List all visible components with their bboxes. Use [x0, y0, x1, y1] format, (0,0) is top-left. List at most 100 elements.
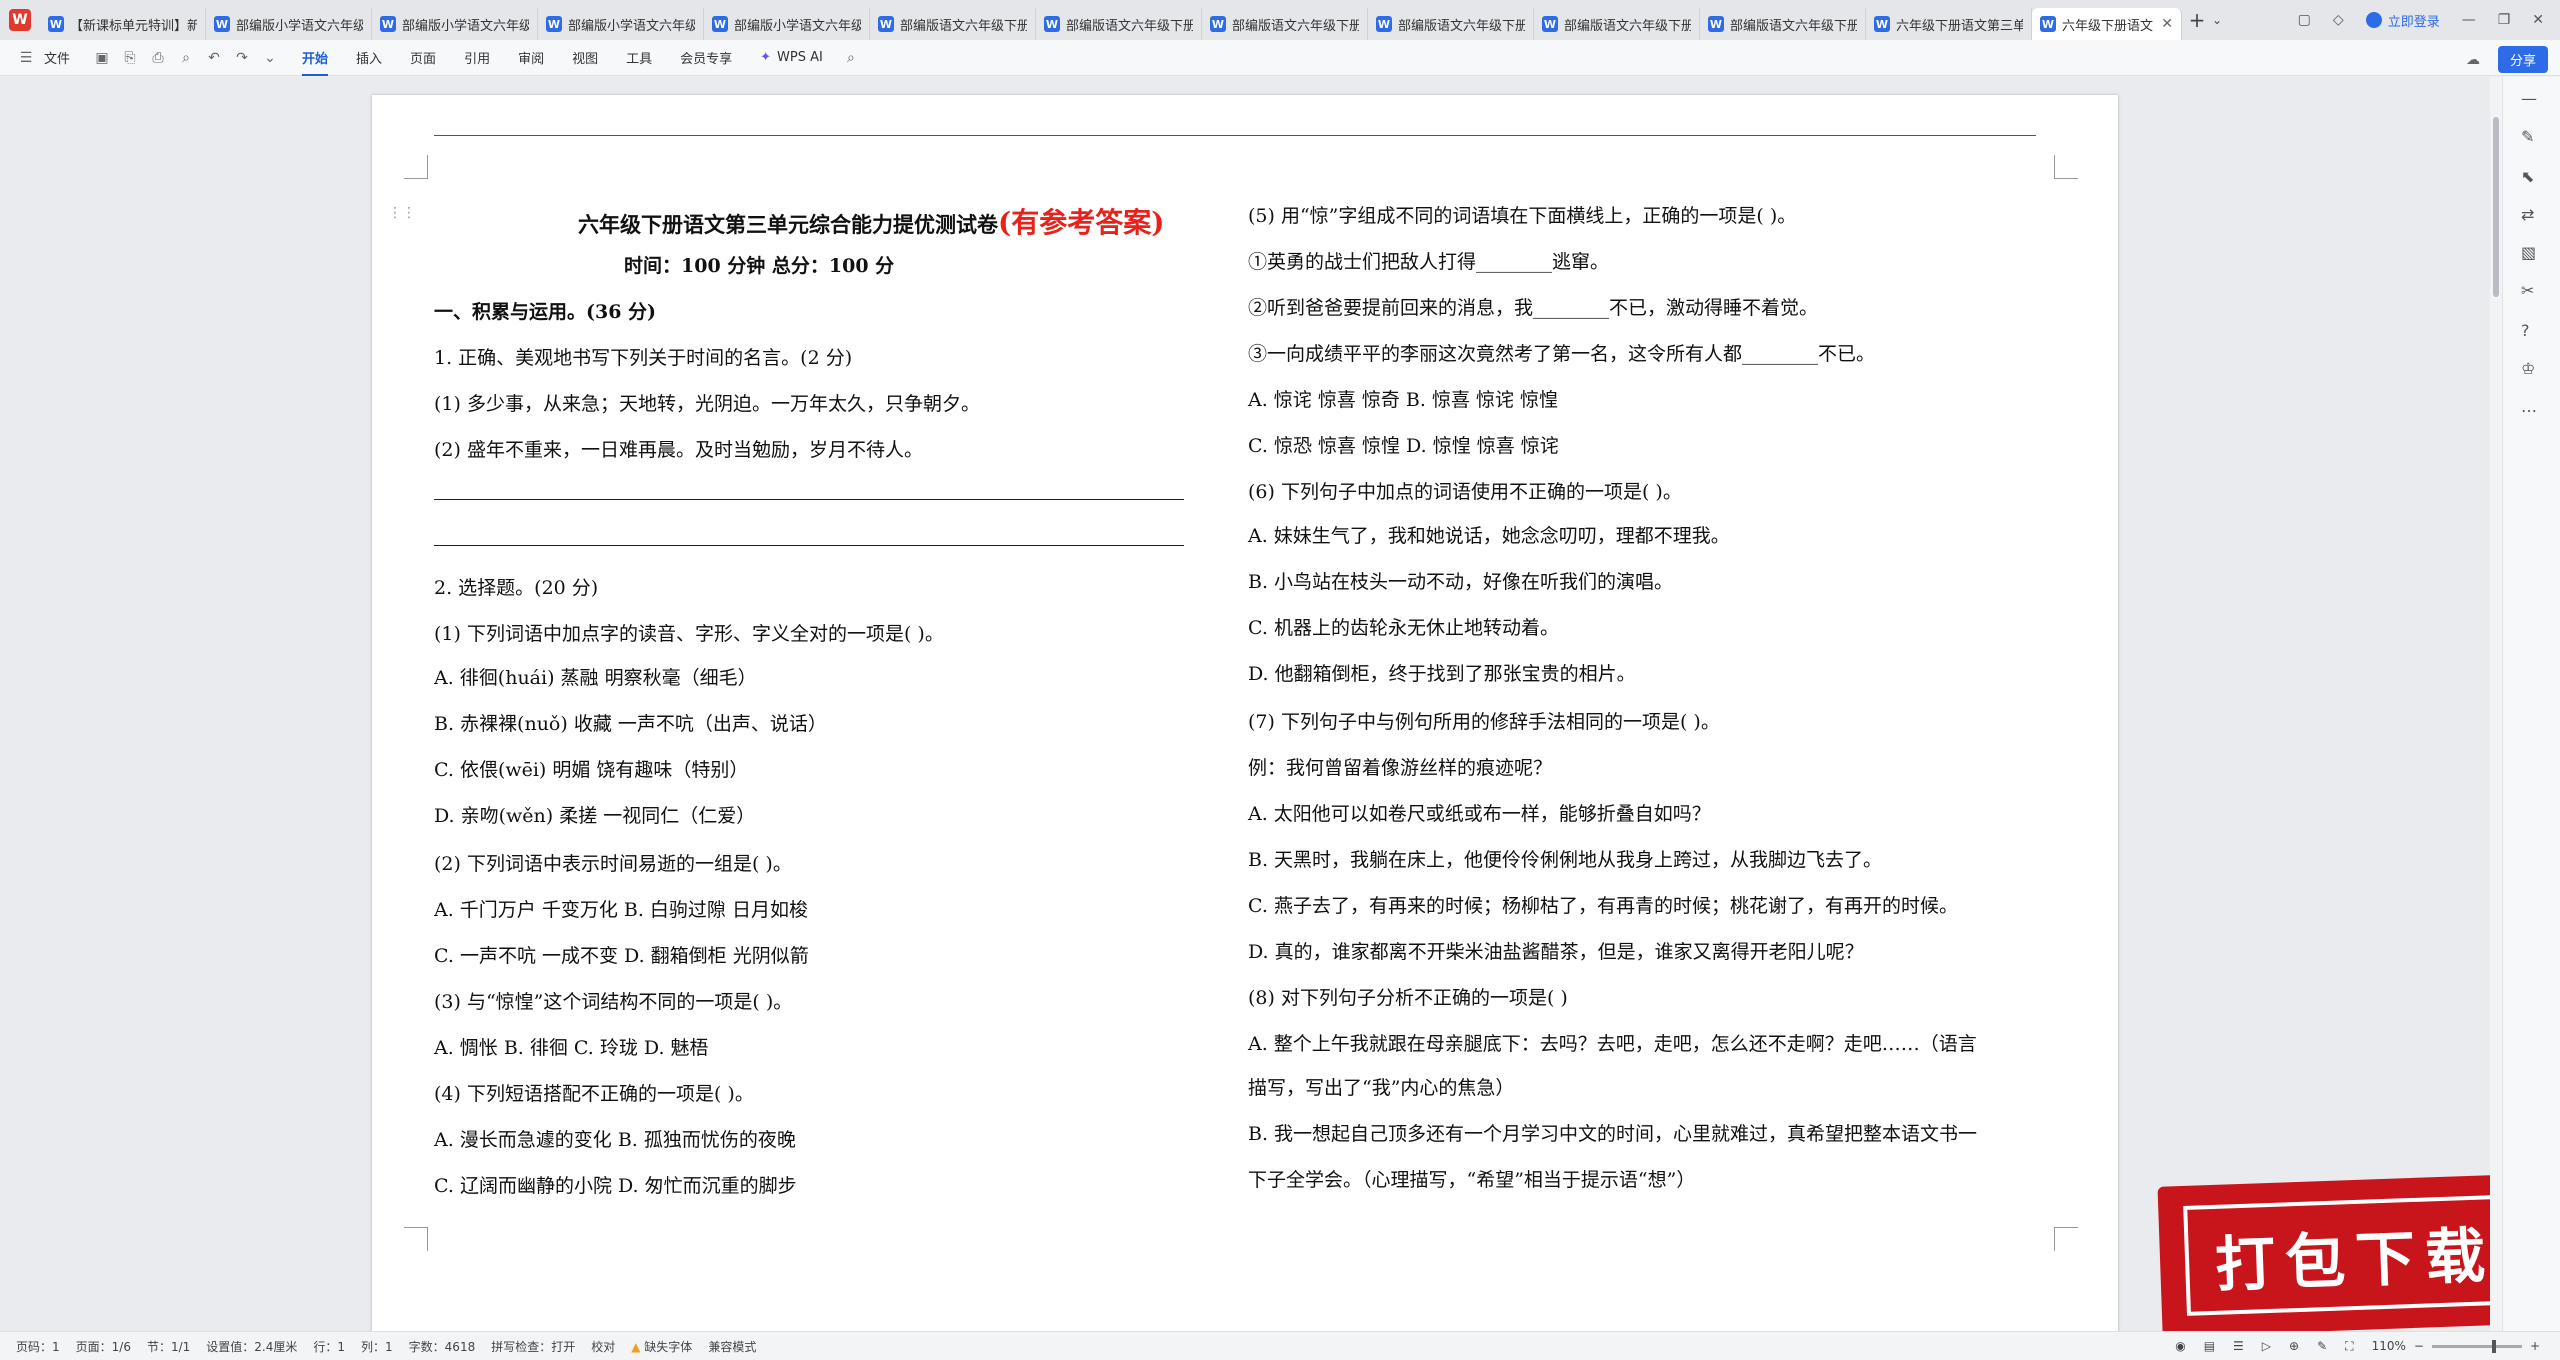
help-icon[interactable]: ?	[2521, 321, 2530, 340]
minimize-icon[interactable]: —	[2462, 12, 2476, 28]
cloud-icon[interactable]: ☁	[2466, 52, 2480, 68]
question-line: (2) 下列词语中表示时间易逝的一组是( )。	[434, 853, 792, 875]
menu-file[interactable]: 文件	[44, 48, 70, 67]
doc-tab[interactable]: W 部编版语文六年级下册	[1368, 8, 1534, 40]
fit-icon[interactable]: ⛶	[2345, 1339, 2353, 1354]
close-window-icon[interactable]: ✕	[2532, 12, 2544, 28]
collapse-icon[interactable]: —	[2521, 89, 2537, 108]
doc-tab[interactable]: W 部编版语文六年级下册	[1036, 8, 1202, 40]
menu-reference[interactable]: 引用	[464, 48, 490, 67]
shirt-icon[interactable]: ♔	[2521, 359, 2535, 378]
status-words[interactable]: 字数：4618	[409, 1338, 476, 1355]
question-line: (1) 多少事，从来急；天地转，光阴迫。一万年太久，只争朝夕。	[434, 393, 980, 415]
pen-icon[interactable]: ✎	[2317, 1339, 2327, 1353]
doc-tab[interactable]: W 部编版小学语文六年级	[206, 8, 372, 40]
zoom-level[interactable]: 110%	[2372, 1339, 2406, 1353]
doc-tab[interactable]: W 部编版小学语文六年级	[704, 8, 870, 40]
doc-tab[interactable]: W 部编版语文六年级下册	[1700, 8, 1866, 40]
doc-tab[interactable]: W 部编版小学语文六年级	[538, 8, 704, 40]
avatar-icon	[2365, 12, 2382, 28]
print-icon[interactable]: ⎙	[148, 50, 168, 66]
option-line: A. 漫长而急遽的变化 B. 孤独而忧伤的夜晚	[434, 1129, 796, 1151]
zoom-slider-knob[interactable]	[2491, 1339, 2496, 1353]
save-icon[interactable]: ▣	[92, 50, 112, 66]
cube-icon[interactable]: ◇	[2333, 12, 2344, 28]
drag-handle-icon[interactable]: ⋮⋮	[388, 205, 416, 221]
menu-member[interactable]: 会员专享	[680, 48, 732, 67]
menu-view[interactable]: 视图	[572, 48, 598, 67]
margin-mark	[404, 155, 428, 179]
image-icon[interactable]: ▧	[2521, 243, 2536, 262]
option-line: 描写，写出了“我”内心的焦急）	[1248, 1077, 1515, 1099]
option-line: A. 惊诧 惊喜 惊奇 B. 惊喜 惊诧 惊惶	[1248, 389, 1559, 411]
menu-review[interactable]: 审阅	[518, 48, 544, 67]
status-spellcheck[interactable]: 拼写检查：打开	[491, 1338, 575, 1355]
document-page[interactable]: ⋮⋮ 六年级下册语文第三单元综合能力提优测试卷(有参考答案) 时间：100 分钟…	[372, 95, 2118, 1335]
option-line: A. 整个上午我就跟在母亲腿底下：去吗？去吧，走吧，怎么还不走啊？走吧……（语言	[1248, 1033, 1977, 1055]
hamburger-icon[interactable]: ☰	[16, 50, 36, 66]
word-doc-icon: W	[48, 16, 64, 32]
menu-tools[interactable]: 工具	[626, 48, 652, 67]
export-icon[interactable]: ⎘	[120, 50, 140, 66]
status-missing-font[interactable]: 缺失字体	[631, 1338, 692, 1355]
tools-icon[interactable]: ✂	[2521, 281, 2534, 300]
translate-icon[interactable]: ⇄	[2521, 205, 2534, 224]
tab-list-chevron-icon[interactable]: ⌄	[2212, 13, 2232, 27]
wps-logo[interactable]: W	[0, 0, 40, 40]
status-setting: 设置值：2.4厘米	[206, 1339, 298, 1354]
outline-view-icon[interactable]: ☰	[2233, 1339, 2244, 1353]
word-doc-icon: W	[1376, 16, 1392, 32]
doc-tab-active[interactable]: W 六年级下册语文 ✕	[2032, 8, 2182, 40]
status-pages[interactable]: 页面：1/6	[76, 1338, 131, 1355]
status-section: 节：1/1	[146, 1339, 191, 1354]
menu-page[interactable]: 页面	[410, 48, 436, 67]
vertical-scrollbar[interactable]	[2490, 77, 2502, 1331]
question-line: (1) 下列词语中加点字的读音、字形、字义全对的一项是( )。	[434, 623, 944, 645]
play-icon[interactable]: ▷	[2262, 1339, 2271, 1353]
zoom-slider[interactable]	[2431, 1339, 2522, 1353]
doc-tab[interactable]: W 部编版语文六年级下册	[1534, 8, 1700, 40]
question-line: (4) 下列短语搭配不正确的一项是( )。	[434, 1083, 754, 1105]
status-proofread[interactable]: 校对	[591, 1338, 615, 1355]
restore-icon[interactable]: ❐	[2498, 12, 2511, 28]
search-icon[interactable]: ⌕	[841, 50, 861, 66]
print-preview-icon[interactable]: ⌕	[176, 50, 196, 66]
zoom-in-icon[interactable]: +	[2530, 1339, 2540, 1353]
doc-tab[interactable]: W 部编版语文六年级下册	[870, 8, 1036, 40]
doc-tab[interactable]: W 六年级下册语文第三单	[1866, 8, 2032, 40]
redo-icon[interactable]: ↷	[232, 50, 252, 66]
eye-icon[interactable]: ◉	[2175, 1339, 2185, 1353]
page-view-icon[interactable]: ▤	[2204, 1339, 2215, 1353]
wps-ai-button[interactable]: ✦ WPS AI	[760, 50, 823, 65]
menu-home[interactable]: 开始	[302, 48, 329, 76]
menu-insert[interactable]: 插入	[356, 48, 382, 67]
option-line: A. 惆怅 B. 徘徊 C. 玲珑 D. 魅梧	[434, 1037, 709, 1059]
status-bar: 页码：1 页面：1/6 节：1/1 设置值：2.4厘米 行：1 列：1 字数：4…	[0, 1331, 2560, 1360]
zoom-control[interactable]: 110% − +	[2372, 1339, 2540, 1353]
web-icon[interactable]: ⊕	[2289, 1339, 2299, 1353]
close-tab-icon[interactable]: ✕	[2161, 16, 2173, 32]
login-button[interactable]: 立即登录	[2365, 11, 2440, 30]
zoom-out-icon[interactable]: −	[2414, 1339, 2424, 1353]
status-page: 页码：1	[16, 1339, 60, 1354]
doc-tab[interactable]: W 部编版小学语文六年级	[372, 8, 538, 40]
question-line: (3) 与“惊惶”这个词结构不同的一项是( )。	[434, 991, 793, 1013]
window-layout-icon[interactable]: ▢	[2298, 12, 2311, 28]
question-line: 1. 正确、美观地书写下列关于时间的名言。(2 分)	[434, 347, 853, 369]
word-doc-icon: W	[1708, 16, 1724, 32]
share-button[interactable]: 分享	[2497, 46, 2548, 73]
option-line: 下子全学会。（心理描写，“希望”相当于提示语“想”）	[1248, 1169, 1696, 1191]
doc-tab[interactable]: W 【新课标单元特训】新	[40, 8, 206, 40]
select-icon[interactable]: ⬉	[2521, 167, 2534, 186]
edit-icon[interactable]: ✎	[2521, 127, 2534, 146]
margin-mark	[404, 1227, 428, 1251]
new-tab-icon[interactable]: +	[2182, 8, 2212, 32]
option-line: B. 赤裸裸(nuǒ) 收藏 一声不吭（出声、说话）	[434, 713, 827, 735]
tab-bar: W W 【新课标单元特训】新 W 部编版小学语文六年级 W 部编版小学语文六年级 W部…	[0, 0, 2560, 40]
more-icon[interactable]: …	[2521, 397, 2537, 416]
scroll-thumb[interactable]	[2493, 117, 2499, 297]
wps-logo-icon: W	[9, 9, 31, 31]
more-chevron-icon[interactable]: ⌄	[260, 50, 280, 66]
doc-tab[interactable]: W 部编版语文六年级下册	[1202, 8, 1368, 40]
undo-icon[interactable]: ↶	[204, 50, 224, 66]
